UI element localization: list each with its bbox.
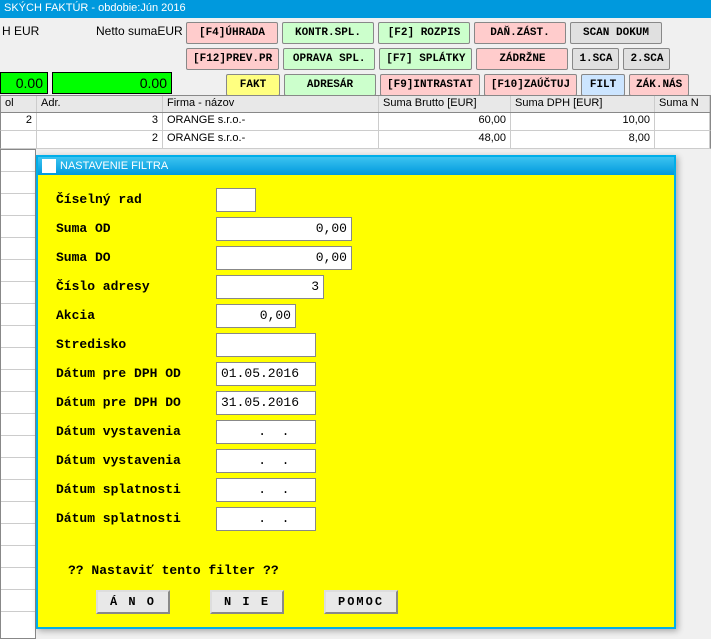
- dialog-titlebar[interactable]: NASTAVENIE FILTRA: [38, 157, 674, 175]
- label-stredisko: Stredisko: [56, 337, 216, 352]
- th-col1: ol: [1, 96, 37, 112]
- table-row[interactable]: 2 ORANGE s.r.o.- 48,00 8,00: [0, 131, 711, 149]
- label-datum-splat1: Dátum splatnosti: [56, 482, 216, 497]
- no-button[interactable]: N I E: [210, 590, 284, 614]
- sum-box-2: 0.00: [52, 72, 172, 94]
- label-suma-od: Suma OD: [56, 221, 216, 236]
- label-datum-vyst2: Dátum vystavenia: [56, 453, 216, 468]
- label-suma-do: Suma DO: [56, 250, 216, 265]
- filt-button[interactable]: FILT: [581, 74, 625, 96]
- th-col5: Suma DPH [EUR]: [511, 96, 655, 112]
- 2sca-button[interactable]: 2.SCA: [623, 48, 670, 70]
- input-cislo-adresy[interactable]: [216, 275, 324, 299]
- zauctuj-button[interactable]: [F10]ZAÚČTUJ: [484, 74, 577, 96]
- dialog-title: NASTAVENIE FILTRA: [60, 160, 168, 172]
- th-col2: Adr.: [37, 96, 163, 112]
- window-titlebar: SKÝCH FAKTÚR - obdobie:Jún 2016: [0, 0, 711, 18]
- sum-box-1: 0.00: [0, 72, 48, 94]
- help-button[interactable]: POMOC: [324, 590, 398, 614]
- input-datum-splat2[interactable]: [216, 507, 316, 531]
- input-ciselny-rad[interactable]: [216, 188, 256, 212]
- input-suma-od[interactable]: [216, 217, 352, 241]
- window-title: SKÝCH FAKTÚR - obdobie:Jún 2016: [4, 2, 186, 14]
- zadrzne-button[interactable]: ZÁDRŽNE: [476, 48, 568, 70]
- kontr-spl-button[interactable]: KONTR.SPL.: [282, 22, 374, 44]
- scan-dokum-button[interactable]: SCAN DOKUM: [570, 22, 662, 44]
- yes-button[interactable]: Á N O: [96, 590, 170, 614]
- prevpr-button[interactable]: [F12]PREV.PR: [186, 48, 279, 70]
- dialog-icon: [42, 159, 56, 173]
- label-cislo-adresy: Číslo adresy: [56, 279, 216, 294]
- rozpis-button[interactable]: [F2] ROZPIS: [378, 22, 470, 44]
- input-datum-vyst2[interactable]: [216, 449, 316, 473]
- label-datum-splat2: Dátum splatnosti: [56, 511, 216, 526]
- input-datum-splat1[interactable]: [216, 478, 316, 502]
- 1sca-button[interactable]: 1.SCA: [572, 48, 619, 70]
- label-akcia: Akcia: [56, 308, 216, 323]
- th-col4: Suma Brutto [EUR]: [379, 96, 511, 112]
- table-row[interactable]: 2 3 ORANGE s.r.o.- 60,00 10,00: [0, 113, 711, 131]
- dan-zast-button[interactable]: DAŇ.ZÁST.: [474, 22, 566, 44]
- header-label-2: Netto sumaEUR: [96, 24, 183, 38]
- empty-rows: [0, 149, 36, 639]
- th-col6: Suma N: [655, 96, 710, 112]
- input-stredisko[interactable]: [216, 333, 316, 357]
- label-datum-vyst1: Dátum vystavenia: [56, 424, 216, 439]
- label-ciselny-rad: Číselný rad: [56, 192, 216, 207]
- input-akcia[interactable]: [216, 304, 296, 328]
- input-datum-dph-od[interactable]: [216, 362, 316, 386]
- splatky-button[interactable]: [F7] SPLÁTKY: [379, 48, 472, 70]
- label-datum-dph-do: Dátum pre DPH DO: [56, 395, 216, 410]
- intrastat-button[interactable]: [F9]INTRASTAT: [380, 74, 480, 96]
- oprava-spl-button[interactable]: OPRAVA SPL.: [283, 48, 375, 70]
- filter-dialog: NASTAVENIE FILTRA Číselný rad Suma OD Su…: [36, 155, 676, 629]
- table-header: ol Adr. Firma - názov Suma Brutto [EUR] …: [0, 95, 711, 113]
- input-datum-dph-do[interactable]: [216, 391, 316, 415]
- fakt-button[interactable]: FAKT: [226, 74, 280, 96]
- zak-nas-button[interactable]: ZÁK.NÁS: [629, 74, 689, 96]
- header-label-1: H EUR: [2, 24, 39, 38]
- uhrada-button[interactable]: [F4]ÚHRADA: [186, 22, 278, 44]
- input-suma-do[interactable]: [216, 246, 352, 270]
- dialog-question: ?? Nastaviť tento filter ??: [68, 563, 656, 578]
- adresar-button[interactable]: ADRESÁR: [284, 74, 376, 96]
- label-datum-dph-od: Dátum pre DPH OD: [56, 366, 216, 381]
- th-col3: Firma - názov: [163, 96, 379, 112]
- input-datum-vyst1[interactable]: [216, 420, 316, 444]
